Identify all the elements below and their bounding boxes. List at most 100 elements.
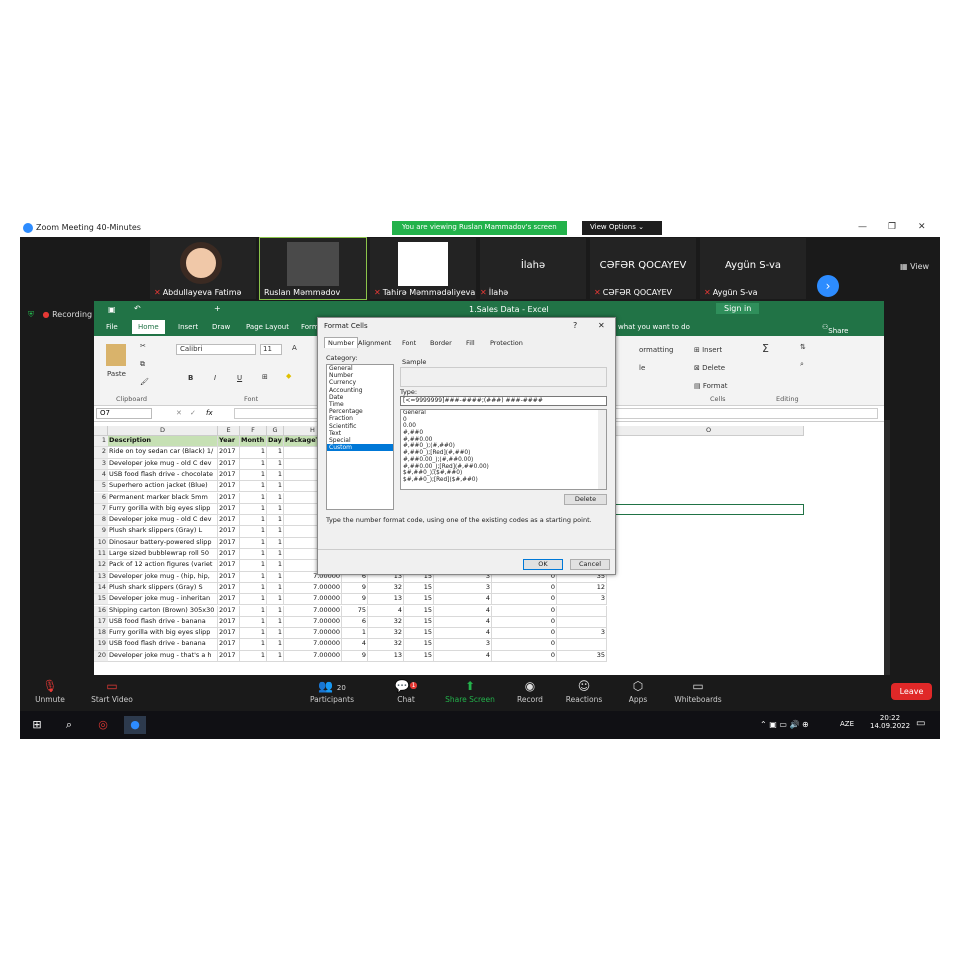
cell[interactable]: 2017	[218, 628, 240, 640]
header-cell[interactable]: Year	[218, 436, 240, 448]
cell[interactable]: 1	[240, 515, 267, 527]
restore-icon[interactable]: ❐	[888, 222, 896, 232]
leave-button[interactable]: Leave	[891, 683, 932, 700]
participant-tile[interactable]: ✕ Tahirə Məmmədəliyeva	[370, 238, 476, 299]
cell[interactable]: 1	[240, 594, 267, 606]
participant-tile[interactable]: ✕ Abdullayeva Fatimə	[150, 238, 256, 299]
cell[interactable]: 7.00000	[284, 582, 342, 595]
cell[interactable]: 32	[368, 639, 404, 651]
windows-start-icon[interactable]: ⊞	[26, 716, 48, 734]
column-header[interactable]: D	[108, 426, 218, 436]
cell[interactable]: 2017	[218, 503, 240, 516]
cell[interactable]: 1	[240, 526, 267, 538]
cell[interactable]: Plush shark slippers (Gray) S	[108, 582, 218, 595]
sign-in-button[interactable]: Sign in	[716, 303, 760, 314]
search-icon[interactable]: ⌕	[58, 716, 80, 734]
tab-alignment[interactable]: Alignment	[358, 339, 391, 347]
row-number[interactable]: 5	[94, 481, 108, 493]
autosum-icon[interactable]: Σ	[762, 342, 769, 355]
tab-draw[interactable]: Draw	[212, 323, 230, 331]
participant-tile[interactable]: İlahə ✕ İlahə	[480, 238, 586, 299]
whiteboards-button[interactable]: ▭ Whiteboards	[668, 677, 728, 704]
type-item[interactable]: #,##0_);[Red](#,##0)	[401, 450, 606, 457]
view-options-button[interactable]: View Options ⌄	[582, 221, 662, 235]
category-item[interactable]: Scientific	[327, 423, 393, 430]
cell[interactable]: 2017	[218, 549, 240, 561]
column-header[interactable]: G	[267, 426, 284, 436]
tab-fill[interactable]: Fill	[466, 339, 475, 347]
share-scrollbar[interactable]	[884, 420, 890, 675]
borders-icon[interactable]: ⊞	[262, 373, 268, 381]
cell[interactable]: 2017	[218, 447, 240, 459]
cut-icon[interactable]: ✂	[140, 342, 146, 350]
cell[interactable]: 1	[240, 481, 267, 493]
cell[interactable]: 2017	[218, 458, 240, 470]
cell[interactable]: 15	[404, 650, 434, 662]
cell[interactable]: 1	[267, 537, 284, 549]
cancel-entry-icon[interactable]: ✕	[176, 409, 182, 417]
cell[interactable]: 7.00000	[284, 605, 342, 617]
view-button[interactable]: ▦ View	[900, 262, 929, 271]
format-painter-icon[interactable]: 🖌	[140, 378, 149, 386]
row-number[interactable]: 18	[94, 628, 108, 640]
type-item[interactable]: General	[401, 410, 606, 417]
cell[interactable]: 4	[434, 650, 492, 662]
cell[interactable]: 3	[557, 628, 607, 640]
unmute-button[interactable]: 🎙 Unmute	[20, 677, 80, 704]
clock[interactable]: 20:22 14.09.2022	[870, 714, 910, 730]
row-number[interactable]: 17	[94, 616, 108, 629]
column-header[interactable]: E	[218, 426, 240, 436]
cell[interactable]: 1	[240, 616, 267, 629]
undo-icon[interactable]: ↶	[134, 304, 141, 313]
type-input[interactable]: [<=9999999]###-####;(###) ###-####	[400, 396, 607, 406]
cell[interactable]: 7.00000	[284, 594, 342, 606]
tell-me-search[interactable]: what you want to do	[618, 323, 690, 331]
cell[interactable]: 7.00000	[284, 616, 342, 629]
category-item[interactable]: Special	[327, 437, 393, 444]
row-number[interactable]: 3	[94, 458, 108, 470]
cell[interactable]: Superhero action jacket (Blue)	[108, 481, 218, 493]
cell[interactable]: 2017	[218, 639, 240, 651]
cell[interactable]: 6	[342, 616, 368, 629]
notifications-icon[interactable]: ▭	[916, 718, 925, 729]
category-item[interactable]: Accounting	[327, 387, 393, 394]
start-video-button[interactable]: ▭ Start Video	[82, 677, 142, 704]
cell[interactable]: Developer joke mug - inheritan	[108, 594, 218, 606]
cell[interactable]: Developer joke mug - old C dev	[108, 458, 218, 470]
row-number[interactable]: 16	[94, 605, 108, 617]
cell[interactable]: 1	[240, 469, 267, 482]
type-item[interactable]: #,##0_);(#,##0)	[401, 443, 606, 450]
cell[interactable]: 1	[240, 582, 267, 595]
tab-page-layout[interactable]: Page Layout	[246, 323, 289, 331]
chrome-icon[interactable]: ◎	[92, 716, 114, 734]
cell[interactable]: 1	[267, 549, 284, 561]
cell[interactable]: 2017	[218, 469, 240, 482]
cell[interactable]: 2017	[218, 481, 240, 493]
cell[interactable]: 13	[368, 650, 404, 662]
cell[interactable]: 1	[240, 628, 267, 640]
cell[interactable]: 1	[267, 469, 284, 482]
cell[interactable]: 4	[434, 594, 492, 606]
cell[interactable]: 0	[492, 650, 557, 662]
cell[interactable]: 13	[368, 594, 404, 606]
zoom-app-icon[interactable]: ●	[124, 716, 146, 734]
type-item[interactable]: #,##0.00_);(#,##0.00)	[401, 457, 606, 464]
share-button[interactable]: ⚇ Share	[822, 323, 848, 335]
category-item[interactable]: Number	[327, 372, 393, 379]
row-number[interactable]: 14	[94, 582, 108, 595]
row-number[interactable]: 20	[94, 650, 108, 662]
cell[interactable]: 1	[267, 447, 284, 459]
cell[interactable]	[557, 616, 607, 629]
selected-cell[interactable]	[614, 503, 804, 516]
cell[interactable]: 3	[557, 594, 607, 606]
cell[interactable]: Developer joke mug - (hip, hip,	[108, 571, 218, 583]
type-item[interactable]: #,##0.00	[401, 437, 606, 444]
row-number[interactable]: 2	[94, 447, 108, 459]
category-item[interactable]: Fraction	[327, 415, 393, 422]
tab-formulas[interactable]: Form	[301, 323, 319, 331]
row-number[interactable]: 19	[94, 639, 108, 651]
cell[interactable]: 1	[267, 639, 284, 651]
fill-color-icon[interactable]: ◆	[286, 372, 291, 380]
cell[interactable]: 2017	[218, 650, 240, 662]
header-cell[interactable]: Month	[240, 436, 267, 448]
